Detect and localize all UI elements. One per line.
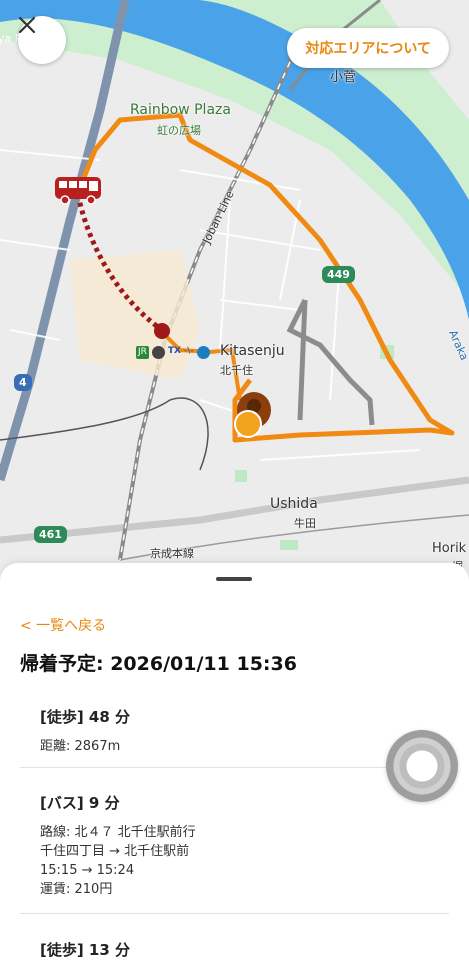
leg-bus[interactable]: [バス] 9 分 路線: 北４７ 北千住駅前行 千住四丁目 → 北千住駅前 15… xyxy=(20,792,450,899)
station-icons: JR TX -\- xyxy=(136,346,210,359)
close-button[interactable] xyxy=(18,16,66,64)
close-icon xyxy=(18,16,36,34)
arrival-time: 帰着予定: 2026/01/11 15:36 xyxy=(20,653,297,675)
label-ushida: Ushida xyxy=(270,496,318,512)
map-canvas xyxy=(0,0,469,600)
subway-icon xyxy=(151,346,165,359)
label-rainbow-plaza: Rainbow Plaza xyxy=(130,102,231,118)
label-rainbow-plaza-jp: 虹の広場 xyxy=(157,124,201,137)
metro-icon xyxy=(196,346,210,359)
leg-title: [徒歩] 48 分 xyxy=(40,708,131,726)
label-ushida-jp: 牛田 xyxy=(294,517,316,530)
bus-icon[interactable] xyxy=(53,173,103,207)
label-kosuge: 小菅 xyxy=(330,70,357,85)
back-to-list-link[interactable]: < 一覧へ戻る xyxy=(20,615,106,635)
leg-title: [徒歩] 13 分 xyxy=(40,941,131,959)
leg-walk-2[interactable]: [徒歩] 13 分 xyxy=(20,939,450,970)
jr-icon: JR xyxy=(136,346,149,359)
assistive-touch-button[interactable] xyxy=(386,730,458,802)
tobu-icon: -\- xyxy=(184,346,194,356)
label-horiki: Horik xyxy=(432,541,467,556)
divider xyxy=(20,767,449,768)
route-shield-449: 449 xyxy=(322,266,355,283)
route-map[interactable]: JR TX -\- ya Rive 小菅 Rainbow Plaza 虹の広場 … xyxy=(0,0,469,600)
leg-detail: 路線: 北４７ 北千住駅前行 xyxy=(40,825,196,840)
label-kitasenju-jp: 北千住 xyxy=(220,364,253,377)
route-shield-4: 4 xyxy=(14,374,32,391)
divider xyxy=(20,913,449,914)
label-keisei-line: 京成本線 xyxy=(150,547,194,560)
leg-detail: 運賃: 210円 xyxy=(40,882,113,897)
leg-walk-1[interactable]: [徒歩] 48 分 距離: 2867m xyxy=(20,706,450,756)
route-shield-461: 461 xyxy=(34,526,67,543)
leg-detail: 千住四丁目 → 北千住駅前 xyxy=(40,844,190,859)
label-kitasenju: Kitasenju xyxy=(220,343,285,359)
service-area-button[interactable]: 対応エリアについて xyxy=(287,28,449,68)
sheet-drag-handle[interactable] xyxy=(216,577,252,581)
tx-icon: TX xyxy=(167,346,181,356)
leg-detail: 15:15 → 15:24 xyxy=(40,863,135,878)
leg-title: [バス] 9 分 xyxy=(40,794,120,812)
